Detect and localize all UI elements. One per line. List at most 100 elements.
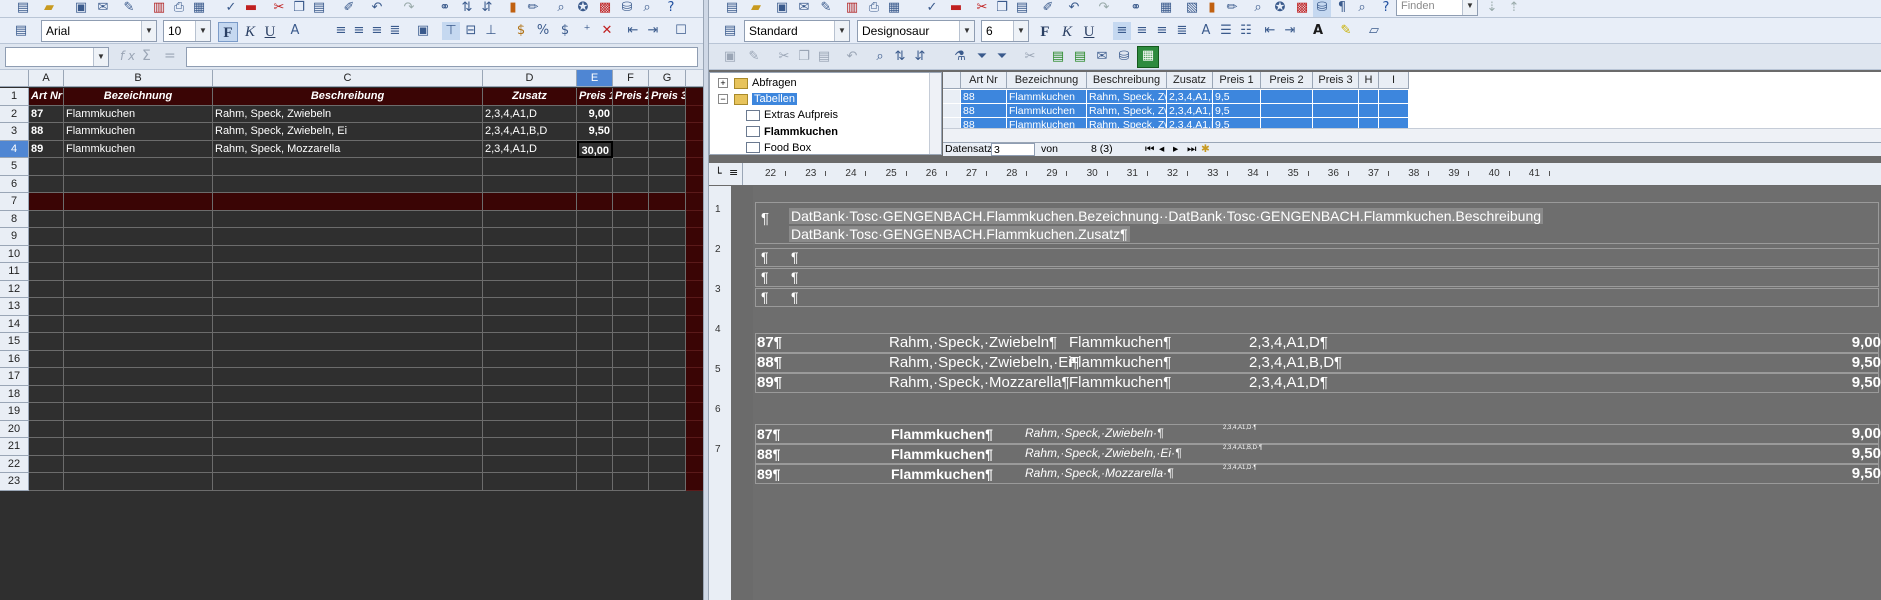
spellcheck-icon[interactable]: ✓ bbox=[923, 0, 941, 17]
ruler-corner[interactable]: └ ≡ bbox=[709, 163, 743, 185]
data-cell[interactable]: Flammkuchen bbox=[64, 140, 213, 158]
cell[interactable] bbox=[29, 263, 64, 281]
open-folder-icon[interactable]: ▰ bbox=[40, 0, 58, 17]
document-text[interactable]: 2,3,4,A1,B,D¶ bbox=[1249, 354, 1342, 371]
cell[interactable] bbox=[577, 158, 613, 176]
cell[interactable] bbox=[613, 158, 649, 176]
data-to-fields-icon[interactable]: ▤ bbox=[1071, 48, 1089, 66]
cell[interactable] bbox=[64, 333, 213, 351]
cell[interactable] bbox=[577, 263, 613, 281]
gallery-icon[interactable]: ▩ bbox=[1293, 0, 1311, 17]
spreadsheet-grid[interactable]: A B C D E F G 1 Art Nr Bezeichnung Beschreibung Zus… bbox=[0, 70, 703, 600]
cell[interactable] bbox=[213, 403, 483, 421]
pilcrow[interactable]: ¶ bbox=[761, 249, 769, 265]
document-text[interactable]: 2,3,4,A1,D·¶ bbox=[1223, 425, 1257, 431]
copy-icon[interactable]: ❐ bbox=[993, 0, 1011, 17]
navigator-icon[interactable]: ✪ bbox=[1271, 0, 1289, 17]
document-text[interactable]: Rahm,·Speck,·Zwiebeln,·Ei¶ bbox=[889, 354, 1080, 371]
cell[interactable] bbox=[649, 245, 686, 263]
cell[interactable] bbox=[29, 280, 64, 298]
grid-cell[interactable] bbox=[1359, 90, 1379, 104]
cell[interactable] bbox=[64, 420, 213, 438]
chevron-down-icon[interactable]: ▼ bbox=[195, 21, 210, 41]
grid-cell[interactable] bbox=[1379, 90, 1409, 104]
paste-icon[interactable]: ▤ bbox=[310, 0, 328, 17]
grid-cell[interactable]: 88 bbox=[961, 104, 1007, 118]
explorer-toggle-icon[interactable]: ▦ bbox=[1137, 46, 1159, 68]
cell[interactable] bbox=[213, 298, 483, 316]
cell[interactable] bbox=[613, 455, 649, 473]
cell[interactable] bbox=[613, 438, 649, 456]
grid-row-header[interactable] bbox=[943, 90, 961, 104]
cell[interactable] bbox=[29, 298, 64, 316]
export-pdf-icon[interactable]: ▥ bbox=[150, 0, 168, 17]
document-text[interactable]: 89¶ bbox=[757, 374, 782, 391]
align-top-icon[interactable]: ⊤ bbox=[442, 22, 460, 40]
cell[interactable] bbox=[649, 280, 686, 298]
underline-button[interactable]: U bbox=[260, 22, 280, 42]
cell[interactable] bbox=[613, 403, 649, 421]
copy-icon[interactable]: ❐ bbox=[795, 48, 813, 66]
cell[interactable] bbox=[613, 280, 649, 298]
email-icon[interactable]: ✉ bbox=[795, 0, 813, 17]
cell[interactable] bbox=[29, 473, 64, 491]
cell[interactable] bbox=[64, 298, 213, 316]
column-header-c[interactable]: C bbox=[213, 70, 483, 87]
align-left-icon[interactable]: ≡ bbox=[1113, 22, 1131, 40]
function-equals-icon[interactable]: = bbox=[164, 48, 176, 64]
cell[interactable] bbox=[213, 473, 483, 491]
cell[interactable] bbox=[483, 228, 577, 246]
find-input[interactable]: Finden ▼ bbox=[1396, 0, 1478, 16]
cell[interactable] bbox=[649, 333, 686, 351]
cell[interactable] bbox=[649, 263, 686, 281]
pilcrow[interactable]: ¶ bbox=[791, 269, 799, 285]
grid-cell[interactable]: 2,3,4,A1,B, bbox=[1167, 90, 1213, 104]
data-cell[interactable]: Flammkuchen bbox=[64, 105, 213, 123]
row-header-16[interactable]: 16 bbox=[0, 350, 29, 368]
grid-cell[interactable]: Flammkuchen bbox=[1007, 104, 1087, 118]
filter-icon[interactable]: ⏷ bbox=[973, 48, 991, 66]
open-folder-icon[interactable]: ▰ bbox=[747, 0, 765, 17]
document-text[interactable]: Flammkuchen¶ bbox=[891, 426, 993, 442]
tab-stop-icon[interactable]: └ bbox=[715, 167, 722, 180]
cell[interactable] bbox=[577, 473, 613, 491]
cell[interactable] bbox=[64, 175, 213, 193]
tree-expander-icon[interactable]: + bbox=[718, 78, 728, 89]
record-input[interactable]: 3 bbox=[991, 143, 1035, 156]
pilcrow[interactable]: ¶ bbox=[791, 289, 799, 305]
cell[interactable] bbox=[29, 455, 64, 473]
cell[interactable] bbox=[649, 193, 686, 211]
next-record-icon[interactable]: ▸ bbox=[1173, 143, 1178, 156]
column-header-g[interactable]: G bbox=[649, 70, 686, 87]
cell[interactable] bbox=[213, 438, 483, 456]
draw-functions-icon[interactable]: ✏ bbox=[1223, 0, 1241, 17]
gallery-icon[interactable]: ▩ bbox=[596, 0, 614, 17]
cell[interactable] bbox=[213, 385, 483, 403]
cell[interactable] bbox=[649, 403, 686, 421]
database-explorer[interactable]: + Abfragen − Tabellen Extras Aufpreis Flammku… bbox=[709, 72, 942, 155]
justify-icon[interactable]: ≣ bbox=[1173, 22, 1191, 40]
pilcrow[interactable]: ¶ bbox=[791, 249, 799, 265]
cell[interactable] bbox=[64, 228, 213, 246]
grid-cell[interactable] bbox=[1313, 104, 1359, 118]
datasource-current-doc-icon[interactable]: ⛁ bbox=[1115, 48, 1133, 66]
data-cell[interactable]: 87 bbox=[29, 105, 64, 123]
row-header-9[interactable]: 9 bbox=[0, 228, 29, 246]
decrease-indent-icon[interactable]: ⇤ bbox=[1261, 22, 1279, 40]
tree-item[interactable]: + Abfragen bbox=[718, 75, 797, 91]
row-header-5[interactable]: 5 bbox=[0, 158, 29, 176]
cell[interactable] bbox=[577, 385, 613, 403]
new-record-icon[interactable]: ✱ bbox=[1201, 143, 1210, 156]
cell[interactable] bbox=[483, 315, 577, 333]
column-header-e[interactable]: E bbox=[577, 70, 613, 87]
find-previous-icon[interactable]: ⇣ bbox=[1483, 0, 1501, 17]
header-cell[interactable]: Zusatz bbox=[483, 88, 577, 106]
tree-item[interactable]: Flammkuchen bbox=[746, 124, 838, 140]
cell[interactable] bbox=[64, 455, 213, 473]
cell[interactable] bbox=[613, 263, 649, 281]
autospell-icon[interactable]: ▬ bbox=[242, 0, 260, 17]
cell[interactable] bbox=[483, 350, 577, 368]
cell[interactable] bbox=[29, 210, 64, 228]
justify-icon[interactable]: ≣ bbox=[386, 22, 404, 40]
cell[interactable] bbox=[213, 158, 483, 176]
